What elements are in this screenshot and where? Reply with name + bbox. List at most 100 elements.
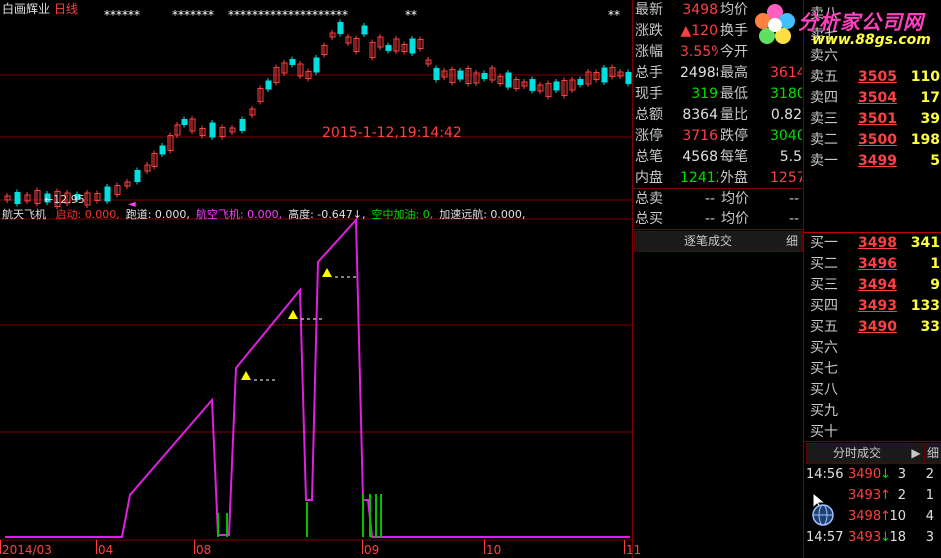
quote-label: 均价 — [720, 2, 748, 18]
ask-level-label: 卖三 — [810, 111, 838, 127]
quote-value: 12412 — [680, 170, 718, 186]
panel-divider-2 — [803, 0, 804, 558]
bid-price[interactable]: 3490 — [858, 317, 897, 338]
quote-label: 量比 — [720, 107, 748, 123]
bid-level-label: 买六 — [810, 340, 838, 356]
sell-total-label: 总卖 — [635, 191, 663, 207]
ticks-scroll-icon[interactable]: ▶ — [907, 443, 925, 464]
bid-level-label: 买四 — [810, 298, 838, 314]
buy-total-avg: 均价 — [721, 211, 749, 227]
date-axis: 2014/03 04 08 09 10 11 — [0, 540, 641, 558]
signal-star-group: ****** — [104, 8, 140, 22]
quote-value: 3716 — [682, 128, 718, 144]
flower-logo-icon — [752, 2, 798, 48]
date-tick: 2014/03 — [2, 543, 52, 557]
quote-label: 最高 — [720, 65, 748, 81]
quote-label: 内盘 — [635, 170, 663, 186]
bid-price[interactable]: 3494 — [858, 275, 897, 296]
date-tick-mark — [96, 540, 97, 554]
quote-label: 换手 — [720, 23, 748, 39]
ask-volume: 110 — [910, 69, 940, 85]
bid-level-label: 买二 — [810, 256, 838, 272]
quote-value: 3180 — [770, 86, 802, 102]
tick-volume: 2 — [897, 488, 906, 503]
tick-count: 2 — [925, 467, 934, 482]
date-tick: 04 — [98, 543, 114, 557]
quote-label: 涨幅 — [635, 44, 663, 60]
quote-value: 319 — [691, 86, 718, 102]
quote-value: 12576 — [770, 170, 802, 186]
tick-detail-button[interactable]: 逐笔成交 — [634, 231, 782, 252]
ask-level-label: 卖一 — [810, 153, 838, 169]
ask-level-label: 卖二 — [810, 132, 838, 148]
candlesticks — [4, 19, 632, 210]
ticks-separator — [804, 441, 941, 442]
tick-price: 3490 — [848, 467, 882, 482]
indicator-value: 加速远航: 0.000, — [439, 208, 526, 221]
quote-value: 5.5 — [779, 149, 802, 165]
quote-label: 总笔 — [635, 149, 663, 165]
bid-level-label: 买七 — [810, 361, 838, 377]
ask-volume: 198 — [910, 132, 940, 148]
buy-total-dash: -- — [705, 211, 716, 227]
detail-toggle-button[interactable]: 细 — [781, 231, 803, 252]
tick-count: 1 — [925, 488, 934, 503]
watermark-url: www.88gs.com — [812, 32, 931, 48]
tick-count: 4 — [925, 509, 934, 524]
quote-value: 3.55% — [680, 44, 718, 60]
bid-level-label: 买十 — [810, 424, 838, 440]
tick-price: 3493 — [848, 530, 882, 545]
indicator-info-row: 航天飞机 启动: 0.000, 跑道: 0.000, 航空飞机: 0.000, 高度:… — [2, 206, 525, 222]
quote-label: 每笔 — [720, 149, 748, 165]
tab-time-sales[interactable]: 分时成交 — [806, 443, 908, 464]
quote-label: 涨跌 — [635, 23, 663, 39]
timestamp-label: 2015-1-12,19:14:42 — [322, 125, 462, 141]
ask-volume: 5 — [930, 153, 940, 169]
bid-volume: 33 — [920, 319, 940, 335]
tick-volume: 18 — [889, 530, 906, 545]
bid-price[interactable]: 3496 — [858, 254, 897, 275]
tick-time: 14:56 — [806, 467, 844, 482]
quote-label: 今开 — [720, 44, 748, 60]
quote-value: 24988 — [680, 65, 718, 81]
globe-icon[interactable] — [812, 504, 834, 526]
signal-star-group: ******************** — [228, 8, 348, 22]
date-tick-mark — [0, 540, 1, 554]
date-tick-mark — [624, 540, 625, 554]
sell-total-dash: -- — [705, 191, 716, 207]
bid-volume: 133 — [910, 298, 940, 314]
signal-star-group: ** — [405, 8, 417, 22]
ask-volume: 17 — [920, 90, 940, 106]
collapse-left-icon[interactable]: ◄ — [128, 199, 136, 210]
kline-chart[interactable] — [0, 0, 632, 558]
bid-level-label: 买五 — [810, 319, 838, 335]
indicator-title: 航天飞机 — [2, 208, 46, 221]
date-tick: 09 — [364, 543, 380, 557]
quote-label: 涨停 — [635, 128, 663, 144]
ask-price[interactable]: 3501 — [858, 109, 897, 130]
quote-value: 3614 — [770, 65, 802, 81]
bid-price[interactable]: 3493 — [858, 296, 897, 317]
indicator-value: 空中加油: 0, — [371, 208, 434, 221]
quote-value: 3040 — [770, 128, 802, 144]
date-tick: 10 — [486, 543, 502, 557]
ask-level-label: 卖五 — [810, 69, 838, 85]
date-tick-mark — [194, 540, 195, 554]
ask-price[interactable]: 3500 — [858, 130, 897, 151]
bid-price[interactable]: 3498 — [858, 233, 897, 254]
quote-label: 总手 — [635, 65, 663, 81]
bid-volume: 9 — [930, 277, 940, 293]
signal-stars: ****** ******* ******************** ** ** — [0, 8, 632, 22]
ticks-detail-button[interactable]: 细 — [924, 443, 941, 464]
tick-count: 3 — [925, 530, 934, 545]
indicator-value: 启动: 0.000, — [55, 208, 120, 221]
tick-time: 14:57 — [806, 530, 844, 545]
ask-price[interactable]: 3505 — [858, 67, 897, 88]
date-tick-mark — [362, 540, 363, 554]
ask-price[interactable]: 3499 — [858, 151, 897, 172]
ask-price[interactable]: 3504 — [858, 88, 897, 109]
quote-label: 外盘 — [720, 170, 748, 186]
quote-label: 最低 — [720, 86, 748, 102]
tick-price: 3493 — [848, 488, 882, 503]
quote-value: ▲120 — [680, 23, 719, 39]
